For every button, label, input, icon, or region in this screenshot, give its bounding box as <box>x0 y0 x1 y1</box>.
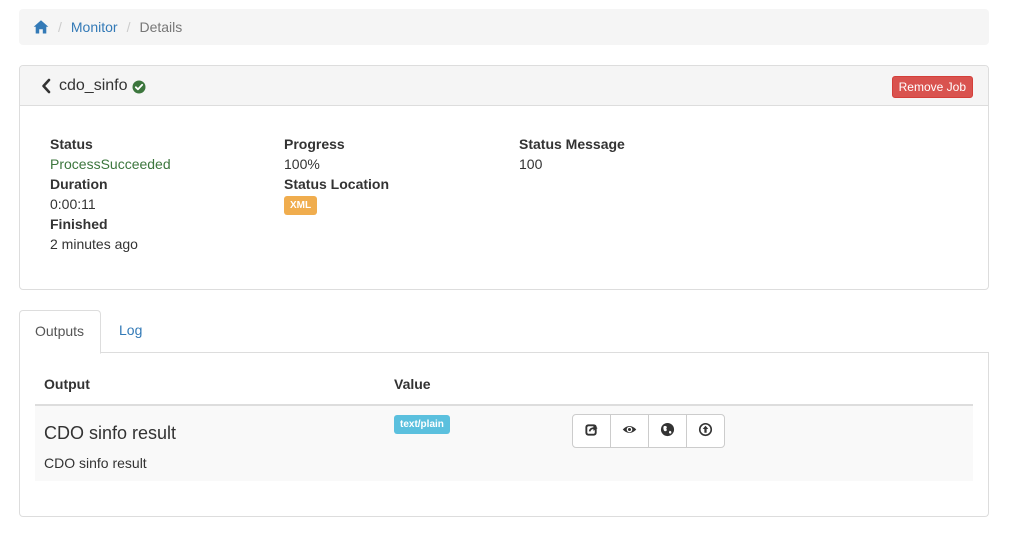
eye-icon <box>622 422 637 440</box>
column-header-value: Value <box>394 376 431 392</box>
globe-icon <box>660 422 675 440</box>
status-message-label: Status Message <box>519 136 625 152</box>
status-location-label: Status Location <box>284 176 390 192</box>
status-location-xml-badge[interactable]: XML <box>284 196 318 215</box>
finished-label: Finished <box>50 216 108 232</box>
breadcrumb-monitor[interactable]: Monitor <box>71 19 118 35</box>
mime-type-badge: text/plain <box>394 415 450 434</box>
outputs-table-header: Output Value <box>35 366 973 406</box>
job-title: cdo_sinfo <box>59 76 128 94</box>
breadcrumb: / Monitor / Details <box>19 9 989 45</box>
outputs-tab-content: Output Value CDO sinfo result CDO sinfo … <box>19 352 989 517</box>
map-button[interactable] <box>648 414 687 448</box>
publish-button[interactable] <box>686 414 725 448</box>
job-panel: cdo_sinfo Remove Job Status ProcessSucce… <box>19 65 989 290</box>
upload-circle-icon <box>698 422 713 440</box>
progress-column: Progress 100% Status Location XML <box>284 134 389 215</box>
breadcrumb-details: Details <box>139 19 183 35</box>
check-circle-icon <box>132 80 146 94</box>
progress-label: Progress <box>284 136 345 152</box>
output-description: CDO sinfo result <box>44 455 147 471</box>
share-icon <box>584 422 599 440</box>
status-message-value: 100 <box>519 156 543 172</box>
view-button[interactable] <box>610 414 649 448</box>
status-column: Status ProcessSucceeded Duration 0:00:11… <box>50 134 171 254</box>
output-title: CDO sinfo result <box>44 423 177 443</box>
breadcrumb-separator: / <box>126 19 131 35</box>
duration-value: 0:00:11 <box>50 196 96 212</box>
progress-value: 100% <box>284 156 320 172</box>
tab-log[interactable]: Log <box>104 310 157 353</box>
status-label: Status <box>50 136 93 152</box>
output-actions <box>572 414 725 448</box>
tab-outputs[interactable]: Outputs <box>19 310 101 354</box>
chevron-left-icon[interactable] <box>40 78 52 94</box>
tab-bar: Outputs Log <box>19 310 989 354</box>
status-value: ProcessSucceeded <box>50 156 171 172</box>
status-message-column: Status Message 100 <box>519 134 625 174</box>
duration-label: Duration <box>50 176 108 192</box>
share-button[interactable] <box>572 414 611 448</box>
home-icon[interactable] <box>33 19 49 35</box>
table-row: CDO sinfo result CDO sinfo result text/p… <box>35 406 973 481</box>
remove-job-button[interactable]: Remove Job <box>891 76 973 98</box>
breadcrumb-separator: / <box>58 19 62 35</box>
column-header-output: Output <box>44 376 90 392</box>
finished-value: 2 minutes ago <box>50 236 138 252</box>
job-panel-heading: cdo_sinfo Remove Job <box>20 66 988 106</box>
